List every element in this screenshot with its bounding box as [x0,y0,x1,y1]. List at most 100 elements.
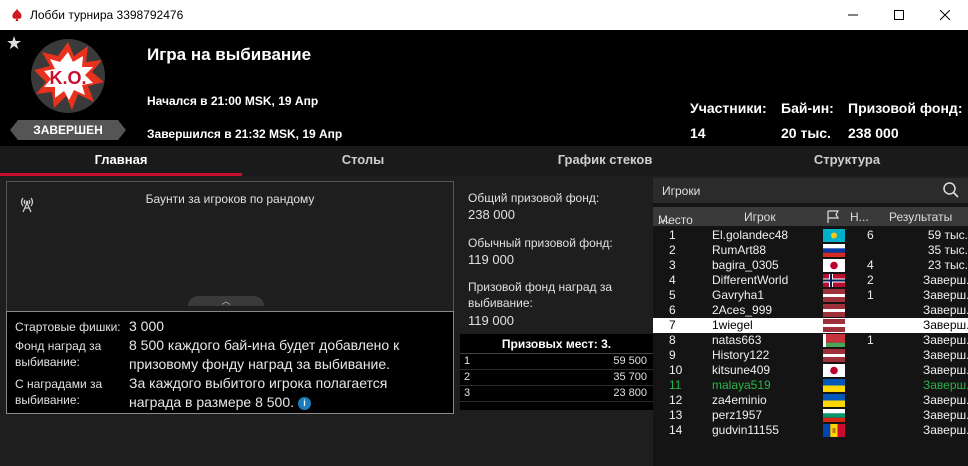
window-title: Лобби турнира 3398792476 [30,8,184,22]
player-place: 10 [669,363,683,377]
pokerstars-spade-icon [12,9,22,21]
player-row[interactable]: 1 El.golandec48 6 59 тыс. [653,228,968,243]
ukraine-flag-icon [823,394,845,407]
player-row[interactable]: 2 RumArt88 35 тыс. [653,243,968,258]
player-row[interactable]: 9 History122 Заверш. [653,348,968,363]
total-prize-value: 238 000 [468,207,515,222]
latvia-flag-icon [823,349,845,362]
logo-text: K.O. [49,68,86,88]
start-time: Начался в 21:00 MSK, 19 Апр [147,94,319,108]
prize-place-number: 2 [464,371,471,383]
regular-prize-label: Обычный призовой фонд: [468,236,613,250]
tournament-header: ★ K.O. ЗАВЕРШЕН Игра на выбивание Началс… [0,30,968,146]
buyin-value: 20 тыс. [781,125,831,141]
maximize-button[interactable] [876,0,922,30]
lobby-tabs: Главная Столы График стеков Структура [0,146,968,176]
japan-flag-icon [823,259,845,272]
participants-value: 14 [690,125,706,141]
player-knockouts: 4 [867,258,874,272]
player-row[interactable]: 10 kitsune409 Заверш. [653,363,968,378]
search-icon[interactable] [942,181,960,199]
players-column-headers: Место ︿ Игрок Н... Результаты [653,207,968,227]
player-name: History122 [712,348,770,362]
total-prize-label: Общий призовой фонд: [468,191,600,205]
player-name: natas663 [712,333,762,347]
player-place: 12 [669,393,683,407]
bounty-fund-label-1: Фонд наград за [15,339,102,353]
player-row[interactable]: 14 gudvin11155 Заверш. [653,423,968,438]
participants-label: Участники: [690,100,767,116]
player-result: Заверш. [923,303,968,317]
latvia-flag-icon [823,319,845,332]
collapse-handle[interactable]: ︿ [188,296,264,306]
player-place: 13 [669,408,683,422]
kazakhstan-flag-icon [823,229,845,242]
player-result: Заверш. [923,393,968,407]
players-header: Игроки [653,178,968,203]
bounty-prize-value: 119 000 [468,313,515,328]
player-result: Заверш. [923,273,968,287]
tab-main[interactable]: Главная [0,146,242,176]
player-place: 9 [669,348,676,362]
tab-structure[interactable]: Структура [726,146,968,176]
prize-places-title: Призовых мест: 3. [460,334,653,354]
player-row[interactable]: 6 2Aces_999 Заверш. [653,303,968,318]
info-icon[interactable]: i [298,396,311,410]
player-name: 2Aces_999 [712,303,773,317]
player-knockouts: 1 [867,333,874,347]
player-row[interactable]: 11 malaya519 Заверш. [653,378,968,393]
chevron-up-icon: ︿ [221,296,231,306]
players-panel: Игроки Место ︿ Игрок Н... Результаты 1 El… [653,178,968,466]
close-button[interactable] [922,0,968,30]
info-message: Баунти за игроков по рандому [145,192,315,206]
tab-tables[interactable]: Столы [242,146,484,176]
with-bounty-value-1: За каждого выбитого игрока полагается [129,375,388,391]
player-row[interactable]: 3 bagira_0305 4 23 тыс. [653,258,968,273]
player-name: za4eminio [712,393,767,407]
player-name: perz1957 [712,408,763,422]
player-result: 23 тыс. [927,258,968,272]
tab-stack-chart[interactable]: График стеков [484,146,726,176]
player-knockouts: 1 [867,288,874,302]
prize-place-amount: 23 800 [613,387,647,399]
column-results[interactable]: Результаты [889,210,952,224]
player-result: 59 тыс. [927,228,968,242]
bounty-prize-label-1: Призовой фонд наград за [468,280,613,294]
prize-pool-value: 238 000 [848,125,899,141]
column-place-label: Место [658,213,693,227]
ukraine-flag-icon [823,379,845,392]
player-place: 5 [669,288,676,302]
player-result: Заверш. [923,378,968,392]
player-name: malaya519 [712,378,771,392]
player-result: Заверш. [923,288,968,302]
bounty-fund-label-2: выбивание: [15,355,80,369]
with-bounty-label-1: С наградами за [15,377,103,391]
starting-chips-value: 3 000 [129,318,165,334]
player-result: Заверш. [923,318,968,332]
player-row[interactable]: 12 za4eminio Заверш. [653,393,968,408]
favorite-star-icon[interactable]: ★ [6,34,22,52]
player-row[interactable]: 8 natas663 1 Заверш. [653,333,968,348]
player-result: Заверш. [923,363,968,377]
column-knockouts[interactable]: Н... [850,210,869,224]
flag-column-icon[interactable] [826,210,840,223]
players-title: Игроки [662,184,701,198]
window-titlebar: Лобби турнира 3398792476 [0,0,968,30]
norway-flag-icon [823,274,845,287]
prize-place-row: 2 35 700 [460,370,653,386]
player-name: gudvin11155 [712,423,779,437]
player-row[interactable]: 7 1wiegel Заверш. [653,318,968,333]
with-bounty-value-2: награда в размере 8 500. i [129,393,311,412]
maximize-icon [894,10,904,20]
player-row[interactable]: 4 DifferentWorld 2 Заверш. [653,273,968,288]
column-player[interactable]: Игрок [744,210,776,224]
player-row[interactable]: 5 Gavryha1 1 Заверш. [653,288,968,303]
player-result: Заверш. [923,333,968,347]
bounty-prize-label-2: выбивание: [468,296,533,310]
column-place[interactable]: Место ︿ [658,210,693,227]
minimize-button[interactable] [830,0,876,30]
buyin-label: Бай-ин: [781,100,834,116]
end-time: Завершился в 21:32 MSK, 19 Апр [147,127,343,141]
player-row[interactable]: 13 perz1957 Заверш. [653,408,968,423]
minimize-icon [848,14,858,16]
